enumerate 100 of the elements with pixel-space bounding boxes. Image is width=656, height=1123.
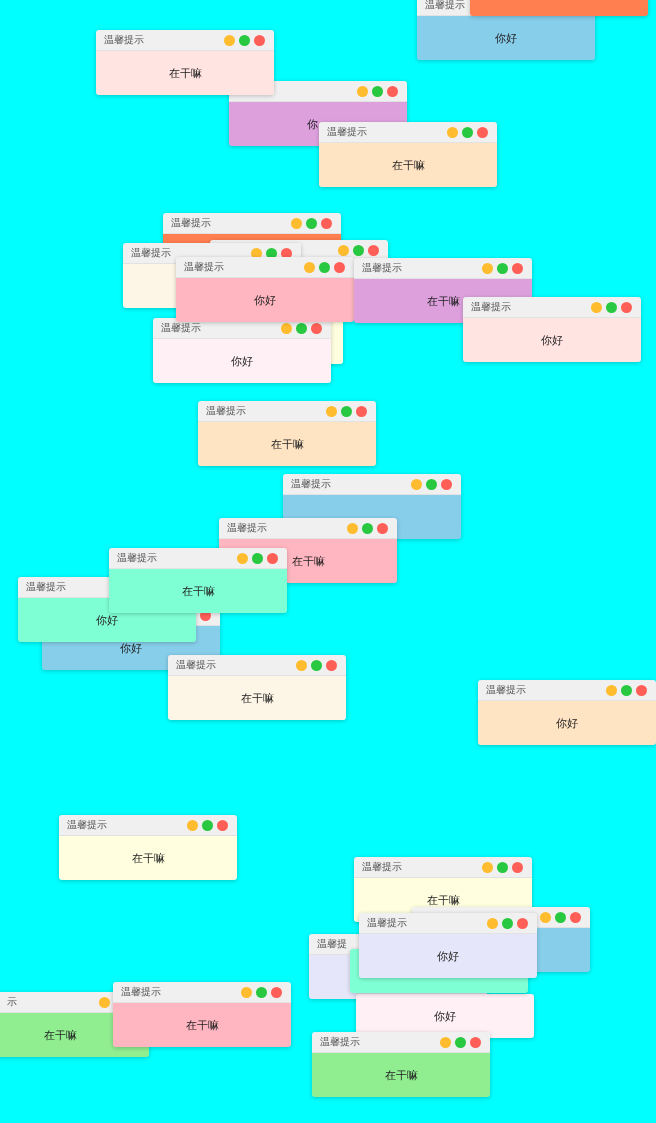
close-button[interactable] xyxy=(377,522,388,534)
message-text: 你 xyxy=(307,117,318,131)
message-text: 在干嘛 xyxy=(131,851,165,865)
maximize-button[interactable] xyxy=(341,405,352,417)
minimize-button[interactable] xyxy=(447,126,458,138)
window-title: 温馨提示 xyxy=(227,522,267,534)
minimize-button[interactable] xyxy=(440,1036,451,1048)
window-title: 温馨提示 xyxy=(471,301,511,313)
close-button[interactable] xyxy=(512,861,523,873)
window-title: 温馨提示 xyxy=(320,1036,360,1048)
minimize-button[interactable] xyxy=(411,478,422,490)
maximize-button[interactable] xyxy=(202,819,213,831)
maximize-button[interactable] xyxy=(455,1036,466,1048)
maximize-button[interactable] xyxy=(426,478,437,490)
message-text: 在干嘛 xyxy=(240,691,274,705)
minimize-button[interactable] xyxy=(606,684,617,696)
maximize-button[interactable] xyxy=(353,244,364,256)
close-button[interactable] xyxy=(512,262,523,274)
message-text: 在干嘛 xyxy=(426,893,460,907)
close-button[interactable] xyxy=(621,301,632,313)
window-title: 温馨提 xyxy=(317,938,347,950)
maximize-button[interactable] xyxy=(239,34,250,46)
message-text: 你好 xyxy=(254,293,276,307)
window-title: 温馨提示 xyxy=(161,322,201,334)
close-button[interactable] xyxy=(311,322,322,334)
message-text: 你好 xyxy=(437,949,459,963)
message-text: 在干嘛 xyxy=(426,294,460,308)
maximize-button[interactable] xyxy=(372,85,383,97)
minimize-button[interactable] xyxy=(99,996,110,1008)
minimize-button[interactable] xyxy=(347,522,358,534)
message-text: 在干嘛 xyxy=(185,1018,219,1032)
minimize-button[interactable] xyxy=(291,217,302,229)
maximize-button[interactable] xyxy=(606,301,617,313)
minimize-button[interactable] xyxy=(237,552,248,564)
close-button[interactable] xyxy=(470,1036,481,1048)
close-button[interactable] xyxy=(636,684,647,696)
minimize-button[interactable] xyxy=(591,301,602,313)
close-button[interactable] xyxy=(217,819,228,831)
message-text: 你好 xyxy=(434,1009,456,1023)
close-button[interactable] xyxy=(387,85,398,97)
message-text: 在干嘛 xyxy=(270,437,304,451)
close-button[interactable] xyxy=(477,126,488,138)
maximize-button[interactable] xyxy=(462,126,473,138)
minimize-button[interactable] xyxy=(224,34,235,46)
message-text: 在干嘛 xyxy=(168,66,202,80)
minimize-button[interactable] xyxy=(482,262,493,274)
minimize-button[interactable] xyxy=(338,244,349,256)
close-button[interactable] xyxy=(334,261,345,273)
message-text: 你好 xyxy=(231,354,253,368)
message-text: 在干嘛 xyxy=(43,1028,77,1042)
message-text: 你好 xyxy=(495,31,517,45)
window-title: 示 xyxy=(7,996,17,1008)
maximize-button[interactable] xyxy=(362,522,373,534)
close-button[interactable] xyxy=(267,552,278,564)
close-button[interactable] xyxy=(321,217,332,229)
maximize-button[interactable] xyxy=(252,552,263,564)
minimize-button[interactable] xyxy=(540,911,551,923)
maximize-button[interactable] xyxy=(621,684,632,696)
minimize-button[interactable] xyxy=(187,819,198,831)
minimize-button[interactable] xyxy=(482,861,493,873)
close-button[interactable] xyxy=(326,659,337,671)
maximize-button[interactable] xyxy=(306,217,317,229)
message-text: 你好 xyxy=(120,641,142,655)
message-text: 在干嘛 xyxy=(391,158,425,172)
message-text: 你好 xyxy=(96,613,118,627)
close-button[interactable] xyxy=(517,917,528,929)
minimize-button[interactable] xyxy=(281,322,292,334)
window-title: 温馨提示 xyxy=(362,861,402,873)
window-title: 温馨提示 xyxy=(327,126,367,138)
minimize-button[interactable] xyxy=(296,659,307,671)
close-button[interactable] xyxy=(356,405,367,417)
maximize-button[interactable] xyxy=(497,262,508,274)
close-button[interactable] xyxy=(368,244,379,256)
window-title: 温馨提示 xyxy=(121,986,161,998)
message-text: 你好 xyxy=(541,333,563,347)
minimize-button[interactable] xyxy=(326,405,337,417)
minimize-button[interactable] xyxy=(357,85,368,97)
minimize-button[interactable] xyxy=(304,261,315,273)
close-button[interactable] xyxy=(254,34,265,46)
maximize-button[interactable] xyxy=(296,322,307,334)
maximize-button[interactable] xyxy=(497,861,508,873)
close-button[interactable] xyxy=(441,478,452,490)
window-title: 温馨提示 xyxy=(367,917,407,929)
minimize-button[interactable] xyxy=(487,917,498,929)
window-title: 温馨提示 xyxy=(117,552,157,564)
window-title: 温馨提示 xyxy=(104,34,144,46)
minimize-button[interactable] xyxy=(241,986,252,998)
close-button[interactable] xyxy=(271,986,282,998)
maximize-button[interactable] xyxy=(319,261,330,273)
message-text: 在干嘛 xyxy=(181,584,215,598)
maximize-button[interactable] xyxy=(502,917,513,929)
window-title: 温馨提示 xyxy=(184,261,224,273)
maximize-button[interactable] xyxy=(311,659,322,671)
window-title: 温馨提示 xyxy=(362,262,402,274)
maximize-button[interactable] xyxy=(555,911,566,923)
window-title: 温馨提示 xyxy=(131,247,171,259)
maximize-button[interactable] xyxy=(256,986,267,998)
window-title: 温馨提示 xyxy=(67,819,107,831)
window-title: 温馨提示 xyxy=(206,405,246,417)
close-button[interactable] xyxy=(570,911,581,923)
